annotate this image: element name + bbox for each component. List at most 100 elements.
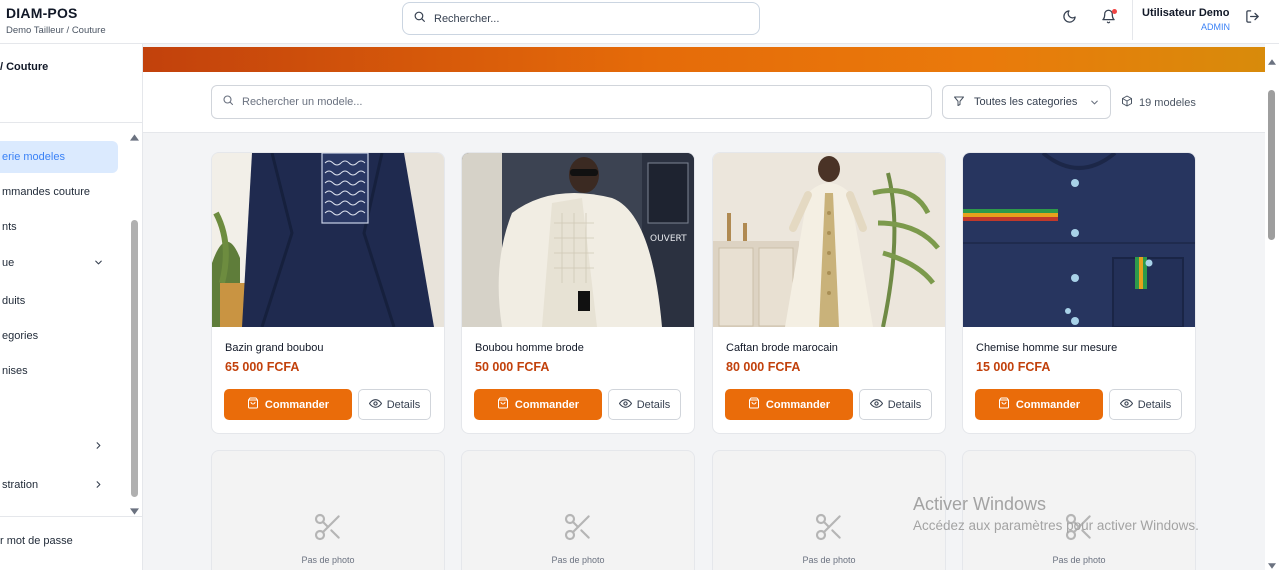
- sidebar-item-label: duits: [2, 295, 26, 307]
- model-name: Chemise homme sur mesure: [976, 342, 1118, 354]
- model-card-no-photo[interactable]: Pas de photo: [712, 450, 946, 570]
- model-name: Bazin grand boubou: [225, 342, 324, 354]
- logout-button[interactable]: [1241, 8, 1263, 30]
- logout-icon: [1245, 9, 1260, 29]
- main-scrollbar-thumb[interactable]: [1268, 90, 1275, 240]
- model-card-no-photo[interactable]: Pas de photo: [211, 450, 445, 570]
- sidebar-item-clients[interactable]: nts: [0, 211, 118, 243]
- sidebar-scrollbar-thumb[interactable]: [131, 220, 138, 497]
- sidebar-item-produits[interactable]: duits: [0, 285, 118, 317]
- model-photo[interactable]: [713, 153, 945, 327]
- shopping-bag-icon: [748, 397, 760, 412]
- scissors-icon: [813, 511, 845, 548]
- notifications-button[interactable]: [1097, 8, 1119, 30]
- theme-toggle-button[interactable]: [1058, 8, 1080, 30]
- sidebar-item-galerie-modeles[interactable]: erie modeles: [0, 141, 118, 173]
- user-name: Utilisateur Demo: [1142, 7, 1230, 19]
- eye-icon: [618, 397, 632, 413]
- model-price: 50 000 FCFA: [475, 360, 550, 374]
- no-photo-label: Pas de photo: [802, 555, 856, 565]
- change-password-link[interactable]: r mot de passe: [0, 535, 73, 547]
- brand[interactable]: DIAM-POS Demo Tailleur / Couture: [6, 5, 106, 36]
- eye-icon: [869, 397, 883, 413]
- user-menu[interactable]: Utilisateur Demo ADMIN: [1132, 0, 1230, 40]
- global-search-input[interactable]: [434, 12, 734, 25]
- order-button[interactable]: Commander: [975, 389, 1103, 420]
- user-role: ADMIN: [1201, 22, 1230, 32]
- scissors-icon: [1063, 511, 1095, 548]
- sidebar-item-collapsed-section[interactable]: [0, 430, 118, 462]
- sidebar-item-remises[interactable]: nises: [0, 355, 118, 387]
- sidebar-scroll-down-arrow[interactable]: [130, 502, 139, 520]
- order-button[interactable]: Commander: [474, 389, 602, 420]
- sidebar-item-label: ue: [2, 257, 15, 269]
- model-search[interactable]: [211, 85, 932, 119]
- model-photo[interactable]: [212, 153, 444, 327]
- model-price: 80 000 FCFA: [726, 360, 801, 374]
- order-button-label: Commander: [1015, 398, 1081, 411]
- category-filter-select[interactable]: Toutes les categories: [942, 85, 1111, 119]
- model-card-no-photo[interactable]: Pas de photo: [962, 450, 1196, 570]
- order-button-label: Commander: [765, 398, 831, 411]
- category-filter-label: Toutes les categories: [974, 96, 1078, 108]
- no-photo-label: Pas de photo: [1052, 555, 1106, 565]
- scissors-icon: [562, 511, 594, 548]
- global-search[interactable]: [402, 2, 760, 35]
- sidebar-item-commandes-couture[interactable]: mmandes couture: [0, 176, 118, 208]
- details-button-label: Details: [386, 398, 421, 411]
- app-subtitle: Demo Tailleur / Couture: [6, 25, 106, 36]
- order-button[interactable]: Commander: [725, 389, 853, 420]
- svg-text:OUVERT: OUVERT: [650, 234, 687, 244]
- details-button[interactable]: Details: [358, 389, 431, 420]
- order-button[interactable]: Commander: [224, 389, 352, 420]
- model-photo[interactable]: OUVERT: [462, 153, 694, 327]
- sidebar-item-categories[interactable]: egories: [0, 320, 118, 352]
- main-scroll-down-arrow[interactable]: [1268, 556, 1276, 570]
- model-name: Boubou homme brode: [475, 342, 584, 354]
- sidebar-item-label: mmandes couture: [2, 186, 91, 198]
- sidebar-item-label: erie modeles: [2, 151, 65, 163]
- shopping-bag-icon: [247, 397, 259, 412]
- filter-icon: [953, 95, 965, 110]
- model-card[interactable]: Caftan brode marocain 80 000 FCFA Comman…: [712, 152, 946, 434]
- model-search-input[interactable]: [242, 96, 902, 108]
- details-button[interactable]: Details: [1109, 389, 1182, 420]
- chevron-down-icon: [1089, 97, 1100, 111]
- sidebar-heading: / Couture: [0, 61, 49, 73]
- sidebar-divider: [0, 516, 142, 517]
- model-price: 15 000 FCFA: [976, 360, 1051, 374]
- shopping-bag-icon: [497, 397, 509, 412]
- page-banner: [143, 47, 1265, 72]
- model-name: Caftan brode marocain: [726, 342, 838, 354]
- sidebar-item-catalogue[interactable]: ue: [0, 247, 118, 279]
- no-photo-label: Pas de photo: [301, 555, 355, 565]
- details-button-label: Details: [636, 398, 671, 411]
- sidebar: / Couture erie modeles mmandes couture n…: [0, 44, 143, 570]
- search-icon: [413, 10, 426, 28]
- model-count-text: 19 modeles: [1139, 96, 1196, 109]
- model-card[interactable]: Bazin grand boubou 65 000 FCFA Commander…: [211, 152, 445, 434]
- app-title: DIAM-POS: [6, 5, 78, 21]
- order-button-label: Commander: [264, 398, 330, 411]
- model-card[interactable]: Chemise homme sur mesure 15 000 FCFA Com…: [962, 152, 1196, 434]
- sidebar-item-label: nts: [2, 221, 17, 233]
- model-photo[interactable]: [963, 153, 1195, 327]
- sidebar-item-label: stration: [2, 479, 39, 491]
- model-card-no-photo[interactable]: Pas de photo: [461, 450, 695, 570]
- chevron-right-icon: [93, 479, 104, 493]
- chevron-right-icon: [93, 440, 104, 454]
- main-content: Toutes les categories 19 modeles: [143, 44, 1265, 570]
- model-count: 19 modeles: [1121, 95, 1196, 110]
- sidebar-item-administration[interactable]: stration: [0, 469, 118, 501]
- sidebar-scroll-up-arrow[interactable]: [130, 128, 139, 146]
- notification-dot: [1112, 9, 1117, 14]
- sidebar-item-label: nises: [2, 365, 28, 377]
- order-button-label: Commander: [514, 398, 580, 411]
- moon-icon: [1062, 9, 1077, 29]
- main-scroll-up-arrow[interactable]: [1268, 52, 1276, 70]
- eye-icon: [1119, 397, 1133, 413]
- model-card[interactable]: OUVERT Boubou homme brode 50 000 FCFA Co…: [461, 152, 695, 434]
- details-button[interactable]: Details: [859, 389, 932, 420]
- shopping-bag-icon: [998, 397, 1010, 412]
- details-button[interactable]: Details: [608, 389, 681, 420]
